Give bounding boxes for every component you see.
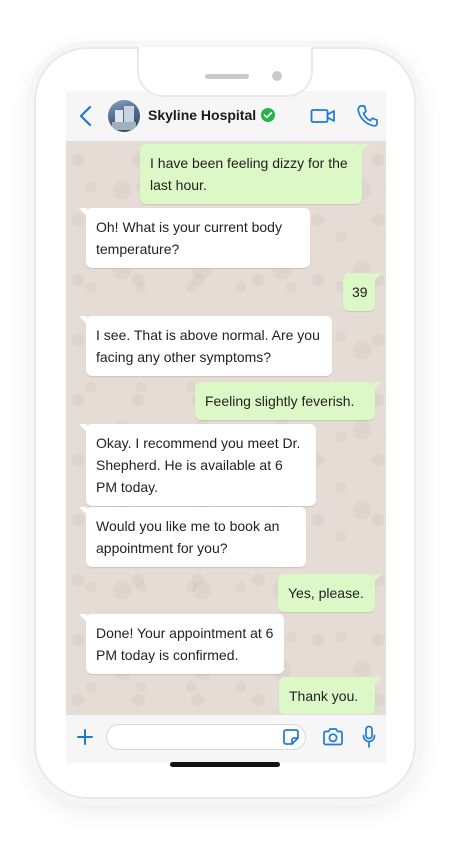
message-incoming: Oh! What is your current body temperatur… — [79, 208, 310, 268]
message-text: Oh! What is your current body temperatur… — [96, 219, 282, 257]
front-camera — [272, 71, 282, 81]
message-text: 39 — [352, 284, 368, 300]
contact-name[interactable]: Skyline Hospital — [148, 107, 256, 123]
message-text: Okay. I recommend you meet Dr. Shepherd.… — [96, 435, 301, 495]
chat-header: Skyline Hospital — [66, 91, 386, 142]
message-outgoing: Yes, please. — [278, 574, 382, 612]
message-incoming: Would you like me to book an appointment… — [79, 507, 306, 567]
phone-handset-icon[interactable] — [356, 104, 378, 128]
microphone-icon[interactable] — [362, 725, 376, 749]
message-incoming: Okay. I recommend you meet Dr. Shepherd.… — [79, 424, 316, 506]
message-text: Thank you. — [289, 688, 359, 704]
message-text: Feeling slightly feverish. — [205, 393, 355, 409]
home-indicator[interactable] — [170, 762, 280, 767]
message-outgoing: Feeling slightly feverish. — [195, 382, 382, 420]
message-text: Done! Your appointment at 6 PM today is … — [96, 625, 274, 663]
phone-notch — [137, 47, 313, 97]
sticker-icon[interactable] — [282, 728, 300, 746]
message-incoming: I see. That is above normal. Are you fac… — [79, 316, 332, 376]
video-camera-icon[interactable] — [310, 106, 336, 126]
camera-icon[interactable] — [322, 727, 344, 747]
avatar[interactable] — [108, 100, 140, 132]
chat-thread[interactable]: I have been feeling dizzy for the last h… — [66, 142, 386, 714]
message-text: Yes, please. — [288, 585, 364, 601]
speaker-grille — [205, 74, 249, 79]
composer-bar — [66, 714, 386, 763]
message-incoming: Done! Your appointment at 6 PM today is … — [79, 614, 284, 674]
chevron-left-icon[interactable] — [78, 105, 94, 127]
verified-check-icon — [261, 108, 275, 122]
chat-screen: Skyline Hospital I have been feeling diz… — [66, 91, 386, 763]
message-outgoing: Thank you. — [279, 677, 382, 714]
message-outgoing: I have been feeling dizzy for the last h… — [140, 144, 369, 204]
message-text: I see. That is above normal. Are you fac… — [96, 327, 320, 365]
message-text: Would you like me to book an appointment… — [96, 518, 280, 556]
message-input[interactable] — [106, 724, 306, 750]
message-text: I have been feeling dizzy for the last h… — [150, 155, 348, 193]
message-outgoing: 39 — [343, 273, 382, 311]
plus-icon[interactable] — [76, 728, 94, 746]
